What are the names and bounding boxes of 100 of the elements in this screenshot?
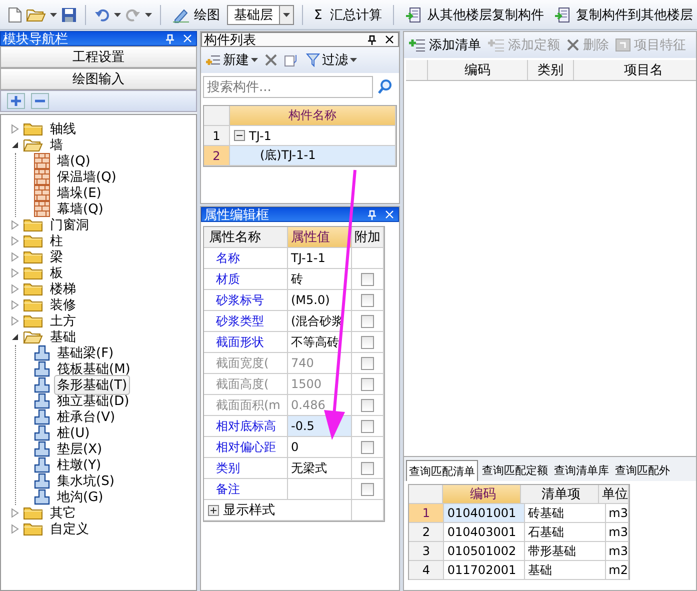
panel-title: 属性编辑框 bbox=[204, 206, 270, 224]
sigma-icon: Σ bbox=[314, 8, 322, 22]
caret-icon[interactable] bbox=[145, 13, 152, 17]
checkbox[interactable] bbox=[361, 294, 374, 306]
property-name: 备注 bbox=[204, 479, 288, 499]
property-value[interactable]: 砖 bbox=[288, 269, 352, 289]
table-cell: 砖基础 bbox=[525, 504, 606, 522]
foundation-icon bbox=[34, 393, 50, 409]
search-icon[interactable] bbox=[377, 79, 393, 95]
sum-button[interactable]: Σ 汇总计算 bbox=[311, 6, 386, 24]
column-header: 构件名称 bbox=[230, 106, 396, 125]
save-icon[interactable] bbox=[61, 7, 77, 23]
tab[interactable]: 查询匹配清单 bbox=[406, 460, 478, 481]
tab[interactable]: 查询匹配定额 bbox=[480, 460, 550, 481]
panel-title: 构件列表 bbox=[204, 32, 257, 48]
close-icon[interactable] bbox=[385, 35, 394, 44]
property-name: 材质 bbox=[204, 269, 288, 289]
table-cell: 010403001 bbox=[444, 523, 526, 541]
property-value[interactable]: 不等高砖 bbox=[288, 332, 352, 352]
checkbox[interactable] bbox=[361, 336, 374, 348]
folder-icon bbox=[23, 122, 43, 136]
copy-document-icon bbox=[405, 7, 424, 23]
nav-button[interactable]: 工程设置 bbox=[0, 46, 197, 68]
pin-icon[interactable] bbox=[367, 34, 377, 44]
checkbox[interactable] bbox=[361, 314, 374, 328]
checkbox[interactable] bbox=[361, 440, 374, 454]
column-header: 附加 bbox=[352, 227, 384, 247]
foundation-icon bbox=[34, 425, 50, 441]
property-value: 740 bbox=[288, 353, 352, 373]
tab[interactable]: 查询清单库 bbox=[552, 460, 611, 481]
folder-icon bbox=[23, 234, 43, 248]
column-header: 属性名称 bbox=[204, 227, 288, 247]
table-cell: 带形基础 bbox=[525, 542, 606, 560]
new-file-icon[interactable] bbox=[8, 7, 22, 23]
expand-all-icon[interactable] bbox=[7, 93, 25, 109]
nav-button[interactable]: 绘图输入 bbox=[0, 68, 197, 90]
table-cell: 石基础 bbox=[525, 523, 606, 541]
search-field[interactable]: 搜索构件... bbox=[203, 76, 373, 98]
property-name: 名称 bbox=[204, 248, 288, 268]
row-number: 2 bbox=[409, 523, 444, 541]
tree-item[interactable]: 条形基础(T) bbox=[54, 375, 130, 395]
component-row[interactable]: TJ-1 bbox=[230, 126, 396, 145]
checkbox[interactable] bbox=[361, 272, 374, 286]
filter-button[interactable]: 过滤 bbox=[306, 51, 357, 69]
table-cell: m3 bbox=[606, 504, 629, 522]
column-header: 属性值 bbox=[288, 227, 352, 247]
column-header: 编码 bbox=[443, 485, 522, 503]
header-corner bbox=[406, 60, 428, 80]
filter-icon bbox=[306, 53, 320, 67]
delete-icon[interactable] bbox=[264, 53, 278, 67]
checkbox[interactable] bbox=[361, 482, 374, 496]
table-cell: 010401001 bbox=[444, 504, 526, 522]
table-cell: m2 bbox=[606, 561, 629, 579]
column-header: 清单项 bbox=[521, 485, 600, 503]
collapse-icon[interactable] bbox=[234, 130, 245, 141]
layer-dropdown[interactable]: 基础层 bbox=[227, 5, 294, 25]
row-number: 4 bbox=[409, 561, 444, 579]
caret-icon bbox=[251, 58, 258, 62]
row-number: 1 bbox=[204, 126, 230, 145]
feature-icon bbox=[615, 38, 631, 52]
table-cell: 010501002 bbox=[444, 542, 526, 560]
property-value: 1500 bbox=[288, 374, 352, 394]
property-name: 相对偏心距 bbox=[204, 437, 288, 457]
caret-icon[interactable] bbox=[50, 13, 57, 17]
toolbar-button[interactable]: 添加清单 bbox=[408, 36, 481, 54]
expand-icon[interactable] bbox=[208, 504, 219, 516]
property-value[interactable]: 无梁式 bbox=[288, 458, 352, 478]
list-plus-icon bbox=[487, 37, 505, 53]
caret-icon bbox=[350, 58, 357, 62]
foundation-icon bbox=[34, 457, 50, 473]
folder-icon bbox=[23, 522, 43, 536]
delete-icon bbox=[566, 38, 580, 52]
new-button[interactable]: 新建 bbox=[205, 51, 258, 69]
checkbox[interactable] bbox=[361, 462, 374, 474]
draw-button[interactable]: 绘图 bbox=[169, 6, 223, 24]
caret-icon[interactable] bbox=[114, 13, 121, 17]
column-header: 编码 bbox=[428, 60, 528, 80]
property-name: 砂浆类型 bbox=[204, 311, 288, 331]
table-cell: 011702001 bbox=[444, 561, 526, 579]
row-number: 3 bbox=[409, 542, 444, 560]
expander-icon[interactable] bbox=[11, 332, 19, 342]
checkbox[interactable] bbox=[361, 420, 374, 432]
copy-from-floor-button[interactable]: 从其他楼层复制构件 bbox=[402, 6, 548, 24]
property-name: 截面形状 bbox=[204, 332, 288, 352]
tab[interactable]: 查询匹配外 bbox=[613, 460, 672, 481]
component-row[interactable]: (底)TJ-1-1 bbox=[230, 146, 396, 165]
expander-icon[interactable] bbox=[11, 140, 19, 150]
property-value[interactable]: TJ-1-1 bbox=[288, 248, 352, 268]
copy-to-floor-button[interactable]: 复制构件到其他楼层 bbox=[551, 6, 696, 24]
folder-icon bbox=[23, 506, 43, 520]
collapse-all-icon[interactable] bbox=[31, 93, 49, 109]
property-value[interactable]: (M5.0) bbox=[288, 290, 352, 310]
foundation-icon bbox=[34, 409, 50, 425]
undo-icon[interactable] bbox=[94, 8, 110, 22]
table-cell: m3 bbox=[606, 542, 629, 560]
property-name: 截面宽度( bbox=[204, 353, 288, 373]
pencil-icon bbox=[172, 7, 190, 23]
open-folder-icon[interactable] bbox=[26, 8, 46, 22]
property-group-label: 显示样式 bbox=[223, 502, 275, 519]
column-header: 单位 bbox=[599, 485, 630, 503]
